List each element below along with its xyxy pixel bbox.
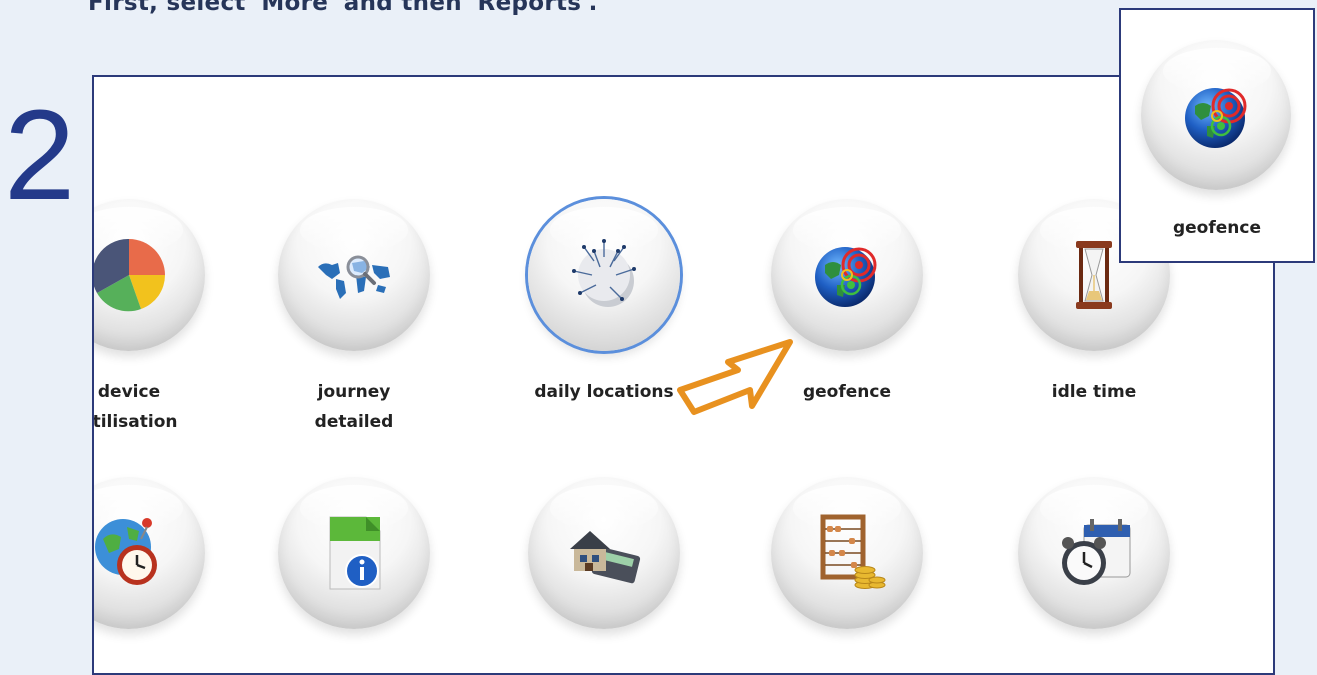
bubble <box>1018 477 1170 629</box>
bubble <box>528 477 680 629</box>
pie-chart-icon <box>94 238 166 312</box>
bubble <box>771 199 923 351</box>
globe-target-icon <box>1185 88 1247 148</box>
house-calculator-icon <box>570 531 641 584</box>
globe-pins-icon <box>572 239 636 307</box>
bubble <box>528 199 680 351</box>
tile-label: device utilisation <box>92 382 178 432</box>
pointer-arrow-icon <box>677 339 793 415</box>
bubble <box>278 477 430 629</box>
bubble <box>1141 40 1291 190</box>
world-map-magnifier-icon <box>318 255 390 299</box>
bubble <box>771 477 923 629</box>
bubble <box>94 199 205 351</box>
globe-target-icon <box>815 247 877 307</box>
zoom-label: geofence <box>1172 218 1261 238</box>
abacus-coins-icon <box>820 514 886 589</box>
tile-label: idle time <box>1051 382 1137 402</box>
alarm-clock-calendar-icon <box>1062 519 1131 585</box>
zoom-callout: geofence <box>1119 8 1315 263</box>
tile-label: journey detailed <box>314 382 394 432</box>
instruction-text: First, select 'More' and then 'Reports'. <box>88 0 598 16</box>
document-info-icon <box>329 516 381 590</box>
globe-clock-icon <box>95 518 157 585</box>
bubble <box>278 199 430 351</box>
step-number: 2 <box>4 84 76 227</box>
bubble <box>94 477 205 629</box>
